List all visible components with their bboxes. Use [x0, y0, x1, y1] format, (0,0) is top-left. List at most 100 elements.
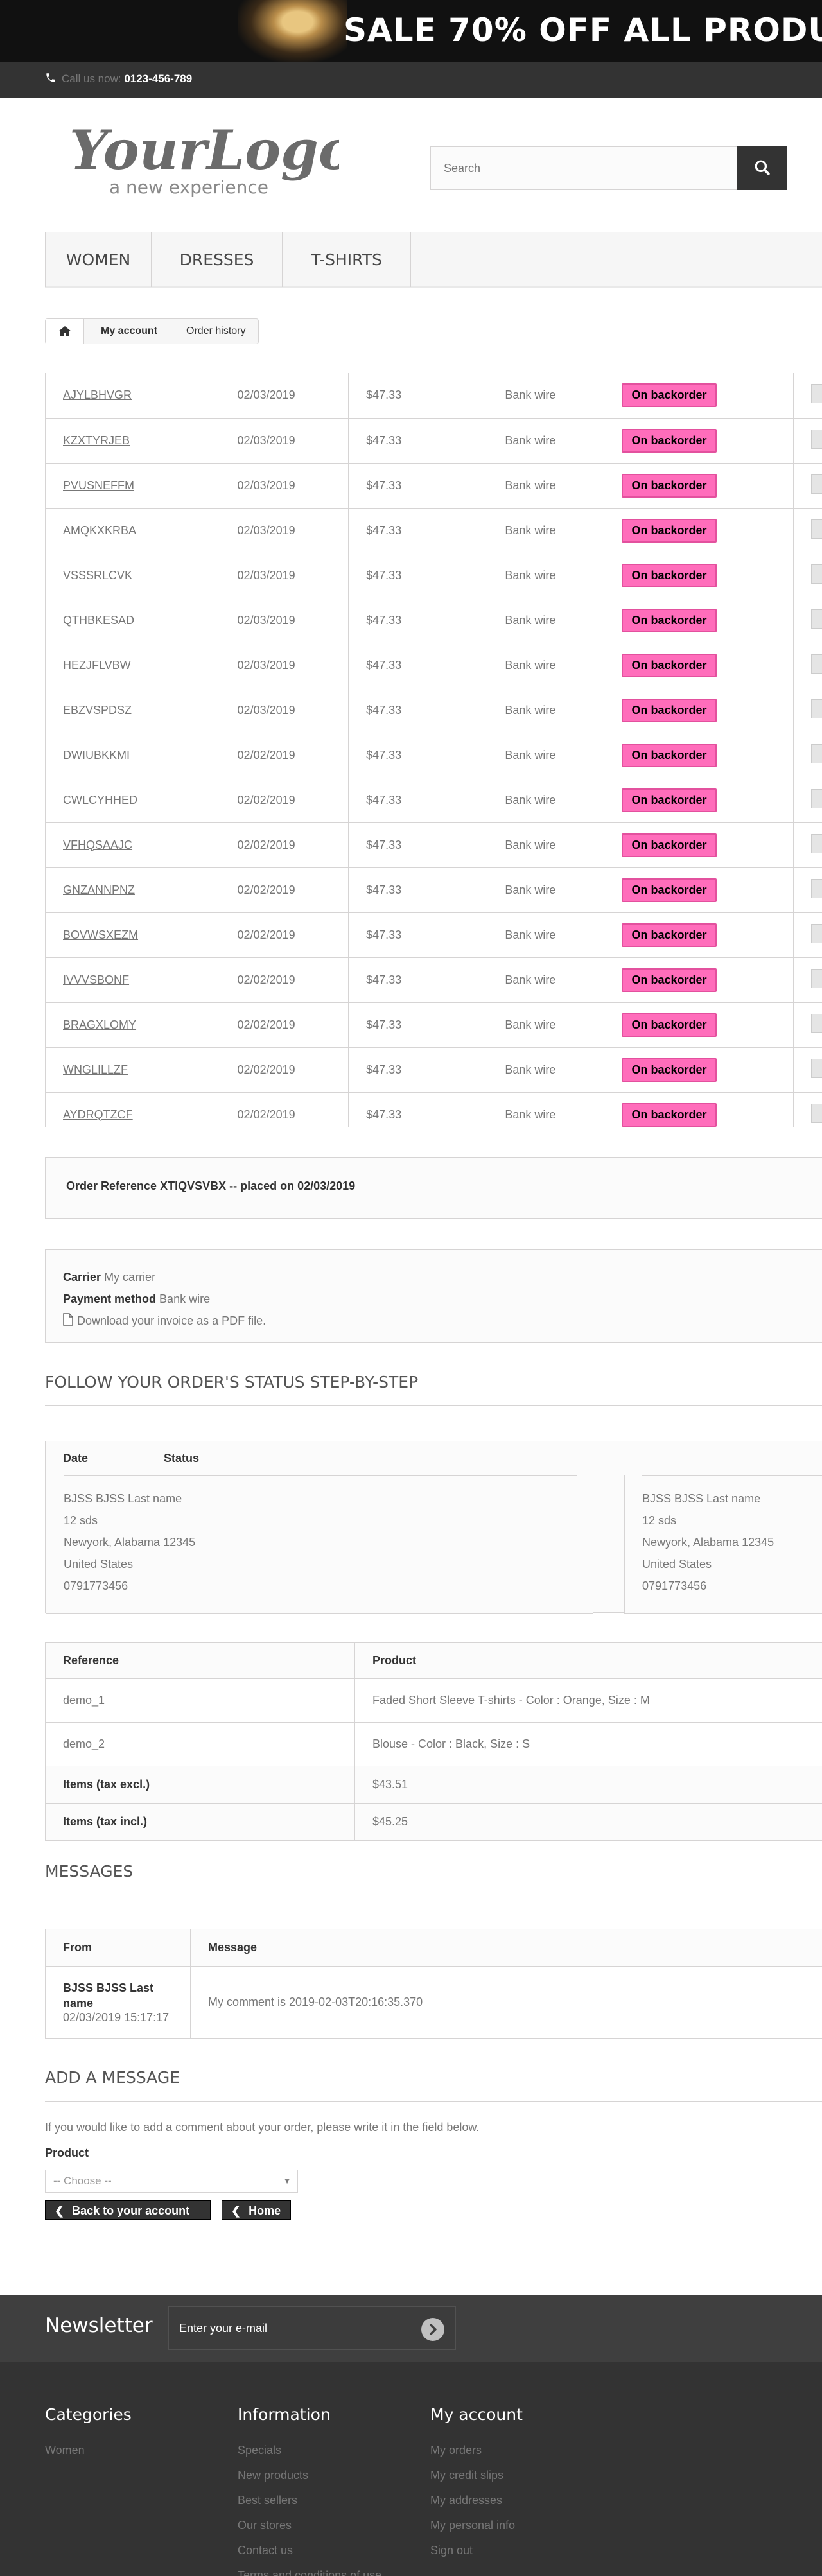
- order-details-button[interactable]: [810, 519, 822, 539]
- col-from: From: [45, 1929, 191, 1967]
- order-reference-link[interactable]: IVVVSBONF: [45, 957, 220, 1003]
- invoice-link[interactable]: Download your invoice as a PDF file.: [63, 1310, 805, 1332]
- order-reference-link[interactable]: DWIUBKKMI: [45, 733, 220, 778]
- status-badge: On backorder: [622, 473, 717, 498]
- status-table-header: Date Status: [46, 1441, 822, 1475]
- footer-link[interactable]: Best sellers: [238, 2488, 381, 2513]
- footer-link[interactable]: Terms and conditions of use: [238, 2563, 381, 2576]
- back-to-account-button[interactable]: ❮ Back to your account: [45, 2200, 211, 2220]
- menu-item-tshirts[interactable]: T-SHIRTS: [283, 232, 411, 287]
- total-row: Items (tax excl.) $43.51: [45, 1766, 822, 1804]
- home-button-label: Home: [249, 2204, 281, 2217]
- order-reference-link[interactable]: WNGLILLZF: [45, 1047, 220, 1093]
- payment-label: Payment method: [63, 1292, 157, 1305]
- order-payment: Bank wire: [487, 598, 605, 643]
- footer-link[interactable]: Our stores: [238, 2513, 381, 2538]
- order-reference-link[interactable]: CWLCYHHED: [45, 778, 220, 823]
- menu-item-women[interactable]: WOMEN: [45, 232, 152, 287]
- order-row: BRAGXLOMY 02/02/2019 $47.33 Bank wire On bac…: [45, 1002, 822, 1048]
- order-actions-cell: [793, 912, 822, 958]
- status-badge: On backorder: [622, 968, 717, 992]
- address-line: BJSS BJSS Last name: [64, 1492, 182, 1505]
- footer-link[interactable]: My personal info: [430, 2513, 523, 2538]
- order-payment: Bank wire: [487, 508, 605, 553]
- order-details-button[interactable]: [810, 968, 822, 988]
- order-info-box: Carrier My carrier Payment method Bank w…: [45, 1249, 822, 1343]
- order-row: EBZVSPDSZ 02/03/2019 $47.33 Bank wire On bac…: [45, 688, 822, 733]
- promo-banner[interactable]: SALE 70% OFF ALL PRODUCTS: [0, 0, 822, 62]
- order-actions-cell: [793, 598, 822, 643]
- payment-value: Bank wire: [159, 1292, 211, 1305]
- order-details-button[interactable]: [810, 654, 822, 674]
- order-actions-cell: [793, 643, 822, 688]
- order-reference-link[interactable]: KZXTYRJEB: [45, 418, 220, 464]
- order-row: KZXTYRJEB 02/03/2019 $47.33 Bank wire On bac…: [45, 418, 822, 464]
- product-name: Blouse - Color : Black, Size : S: [354, 1722, 822, 1766]
- order-rows: AJYLBHVGR 02/03/2019 $47.33 Bank wire On bac…: [45, 373, 822, 1127]
- footer-link[interactable]: Specials: [238, 2438, 381, 2463]
- order-reference-link[interactable]: AYDRQTZCF: [45, 1092, 220, 1127]
- order-reference-link[interactable]: BRAGXLOMY: [45, 1002, 220, 1048]
- order-reference-link[interactable]: AJYLBHVGR: [45, 373, 220, 419]
- newsletter-submit-button[interactable]: [421, 2318, 444, 2341]
- breadcrumb-home[interactable]: [46, 319, 84, 344]
- order-details-button[interactable]: [810, 699, 822, 718]
- order-status-cell: On backorder: [604, 1002, 794, 1048]
- newsletter-block: Newsletter Enter your e-mail: [0, 2295, 822, 2362]
- footer-link[interactable]: New products: [238, 2463, 381, 2488]
- order-details-button[interactable]: [810, 1058, 822, 1078]
- order-status-cell: On backorder: [604, 957, 794, 1003]
- order-payment: Bank wire: [487, 822, 605, 868]
- status-badge: On backorder: [622, 878, 717, 902]
- order-actions-cell: [793, 1092, 822, 1127]
- footer-link[interactable]: My orders: [430, 2438, 523, 2463]
- order-details-button[interactable]: [810, 609, 822, 629]
- order-reference-link[interactable]: QTHBKESAD: [45, 598, 220, 643]
- order-details-button[interactable]: [810, 384, 822, 404]
- order-reference-link[interactable]: HEZJFLVBW: [45, 643, 220, 688]
- order-details-button[interactable]: [810, 1103, 822, 1123]
- product-ref: demo_2: [45, 1722, 355, 1766]
- col-product: Product: [354, 1642, 822, 1679]
- newsletter-email-input[interactable]: Enter your e-mail: [168, 2306, 456, 2350]
- product-select[interactable]: -- Choose -- ▼: [45, 2170, 298, 2193]
- products-header: Reference Product: [45, 1642, 822, 1679]
- order-date: 02/03/2019: [220, 643, 349, 688]
- order-reference-link[interactable]: BOVWSXEZM: [45, 912, 220, 958]
- order-reference-link[interactable]: EBZVSPDSZ: [45, 688, 220, 733]
- footer-link[interactable]: Women: [45, 2438, 132, 2463]
- footer-link[interactable]: Sign out: [430, 2538, 523, 2563]
- home-button[interactable]: ❮ Home: [222, 2200, 291, 2220]
- order-details-button[interactable]: [810, 878, 822, 898]
- order-details-button[interactable]: [810, 833, 822, 853]
- order-details-button[interactable]: [810, 474, 822, 494]
- order-details-button[interactable]: [810, 564, 822, 584]
- order-status-cell: On backorder: [604, 822, 794, 868]
- search-input[interactable]: [430, 146, 739, 190]
- footer-link[interactable]: Contact us: [238, 2538, 381, 2563]
- order-reference-link[interactable]: AMQKXKRBA: [45, 508, 220, 553]
- breadcrumb-my-account[interactable]: My account: [84, 319, 174, 344]
- order-details-button[interactable]: [810, 923, 822, 943]
- footer-link[interactable]: My credit slips: [430, 2463, 523, 2488]
- order-reference-link[interactable]: PVUSNEFFM: [45, 463, 220, 509]
- status-badge: On backorder: [622, 383, 717, 408]
- footer-link[interactable]: My addresses: [430, 2488, 523, 2513]
- order-reference-link[interactable]: GNZANNPNZ: [45, 867, 220, 913]
- order-actions-cell: [793, 867, 822, 913]
- order-reference: Order Reference XTIQVSVBX -- placed on 0…: [45, 1157, 822, 1219]
- order-details-button[interactable]: [810, 788, 822, 808]
- order-reference-link[interactable]: VFHQSAAJC: [45, 822, 220, 868]
- order-details-button[interactable]: [810, 1013, 822, 1033]
- order-reference-link[interactable]: VSSSRLCVK: [45, 553, 220, 598]
- site-logo[interactable]: YourLogo a new experience: [69, 118, 354, 202]
- chevron-left-icon: ❮: [231, 2204, 241, 2217]
- order-date: 02/02/2019: [220, 733, 349, 778]
- order-actions-cell: [793, 778, 822, 823]
- menu-item-dresses[interactable]: DRESSES: [152, 232, 283, 287]
- order-details-button[interactable]: [810, 429, 822, 449]
- search-button[interactable]: [737, 146, 787, 190]
- order-total-price: $47.33: [348, 867, 488, 913]
- order-details-button[interactable]: [810, 744, 822, 763]
- address-line: Newyork, Alabama 12345: [642, 1536, 774, 1549]
